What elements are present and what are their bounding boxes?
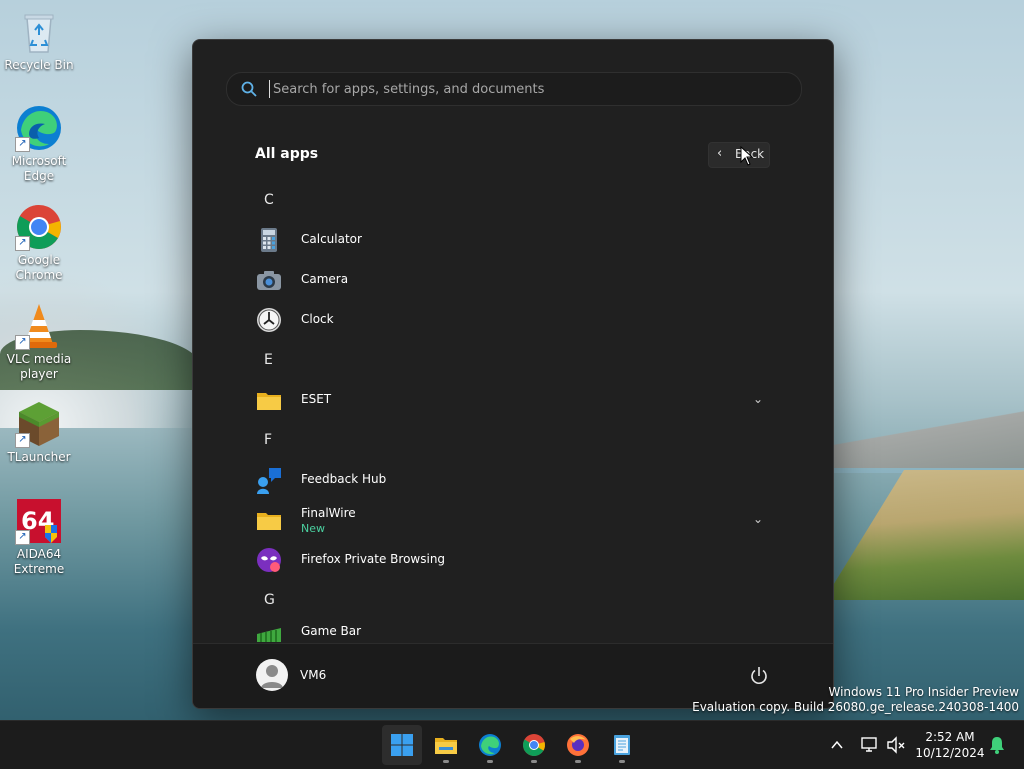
evaluation-watermark: Windows 11 Pro Insider Preview Evaluatio… xyxy=(692,685,1019,715)
taskbar-start-button[interactable] xyxy=(382,725,422,765)
app-folder-finalwire[interactable]: FinalWire New ⌄ xyxy=(249,502,779,538)
app-name: FinalWire xyxy=(301,506,356,520)
desktop-icon-edge[interactable]: ↗ Microsoft Edge xyxy=(4,104,74,184)
taskbar-clock[interactable]: 2:52 AM 10/12/2024 xyxy=(912,729,988,761)
all-apps-list[interactable]: C Calculator Camera Clock E ESET ⌄ F Fee… xyxy=(193,180,833,644)
section-letter-g[interactable]: G xyxy=(264,592,275,608)
taskbar-firefox[interactable] xyxy=(558,725,598,765)
desktop-icon-aida64[interactable]: 64 ↗ AIDA64 Extreme xyxy=(4,497,74,577)
app-item-clock[interactable]: Clock xyxy=(249,302,779,338)
wallpaper-hills xyxy=(824,408,1024,468)
taskbar-notepad[interactable] xyxy=(602,725,642,765)
app-item-firefox-private[interactable]: Firefox Private Browsing xyxy=(249,542,779,578)
file-explorer-icon xyxy=(435,738,457,754)
section-letter-f[interactable]: F xyxy=(264,432,272,448)
app-name: Game Bar xyxy=(301,624,362,638)
wallpaper-field xyxy=(824,470,1024,600)
network-icon[interactable] xyxy=(860,735,880,755)
search-box[interactable] xyxy=(226,72,802,106)
desktop-icon-tlauncher[interactable]: ↗ TLauncher xyxy=(4,400,74,465)
app-name: Calculator xyxy=(301,232,362,246)
watermark-line2: Evaluation copy. Build 26080.ge_release.… xyxy=(692,700,1019,714)
running-indicator xyxy=(443,760,449,763)
search-icon xyxy=(241,81,257,97)
chevron-left-icon: ‹ xyxy=(717,146,723,161)
start-menu: All apps ‹ Back C Calculator Camera xyxy=(192,39,834,709)
text-caret xyxy=(269,80,270,98)
taskbar-chrome[interactable] xyxy=(514,725,554,765)
desktop-icon-recycle-bin[interactable]: Recycle Bin xyxy=(4,8,74,73)
desktop-icon-label: VLC media player xyxy=(6,352,72,381)
clock-time: 2:52 AM xyxy=(925,730,975,744)
app-item-game-bar[interactable]: Game Bar xyxy=(249,614,779,644)
app-folder-eset[interactable]: ESET ⌄ xyxy=(249,382,779,418)
desktop-icon-label: TLauncher xyxy=(7,450,71,464)
app-item-camera[interactable]: Camera xyxy=(249,262,779,298)
chrome-icon: ↗ xyxy=(15,203,63,251)
firefox-icon xyxy=(567,734,589,756)
desktop-icon-vlc[interactable]: ↗ VLC media player xyxy=(4,302,74,382)
windows-logo-icon xyxy=(391,734,413,756)
folder-icon xyxy=(257,393,281,410)
mouse-cursor-icon xyxy=(740,146,754,166)
user-name[interactable]: VM6 xyxy=(300,668,326,682)
chrome-icon xyxy=(523,734,545,756)
desktop-icon-label: Microsoft Edge xyxy=(11,154,67,183)
clock-date: 10/12/2024 xyxy=(915,746,985,760)
user-avatar[interactable] xyxy=(256,659,288,691)
notification-bell-icon[interactable] xyxy=(988,735,1006,755)
notepad-icon xyxy=(614,735,630,755)
chevron-down-icon[interactable]: ⌄ xyxy=(753,392,763,406)
all-apps-title: All apps xyxy=(255,146,319,162)
taskbar: 2:52 AM 10/12/2024 xyxy=(0,720,1024,769)
app-item-calculator[interactable]: Calculator xyxy=(249,222,779,258)
app-name: Feedback Hub xyxy=(301,472,387,486)
running-indicator xyxy=(487,760,493,763)
desktop-icon-chrome[interactable]: ↗ Google Chrome xyxy=(4,203,74,283)
grass-block-icon: ↗ xyxy=(15,400,63,448)
desktop-icon-label: Google Chrome xyxy=(15,253,63,282)
running-indicator xyxy=(531,760,537,763)
user-icon xyxy=(261,665,283,688)
game-bar-icon xyxy=(257,628,281,642)
vlc-cone-icon: ↗ xyxy=(15,302,63,350)
running-indicator xyxy=(619,760,625,763)
feedback-hub-icon xyxy=(257,468,281,494)
app-item-feedback-hub[interactable]: Feedback Hub xyxy=(249,462,779,498)
recycle-bin-icon xyxy=(15,8,63,56)
chevron-down-icon[interactable]: ⌄ xyxy=(753,512,763,526)
volume-muted-icon[interactable] xyxy=(886,735,906,755)
chevron-up-icon[interactable] xyxy=(830,738,844,752)
clock-icon xyxy=(257,308,281,332)
app-name: Firefox Private Browsing xyxy=(301,552,446,566)
calculator-icon xyxy=(261,228,277,252)
new-badge: New xyxy=(301,522,325,535)
section-letter-c[interactable]: C xyxy=(264,192,274,208)
watermark-line1: Windows 11 Pro Insider Preview xyxy=(828,685,1019,699)
edge-icon xyxy=(479,734,501,756)
edge-icon: ↗ xyxy=(15,104,63,152)
camera-icon xyxy=(257,271,281,290)
aida64-icon: 64 ↗ xyxy=(15,497,63,545)
firefox-private-icon xyxy=(257,548,281,572)
section-letter-e[interactable]: E xyxy=(264,352,273,368)
back-button[interactable]: ‹ Back xyxy=(708,142,770,168)
search-input[interactable] xyxy=(271,74,785,104)
app-name: ESET xyxy=(301,392,332,406)
app-name: Clock xyxy=(301,312,334,326)
taskbar-edge[interactable] xyxy=(470,725,510,765)
running-indicator xyxy=(575,760,581,763)
desktop-icon-label: Recycle Bin xyxy=(4,58,74,72)
app-name: Camera xyxy=(301,272,349,286)
desktop-icon-label: AIDA64 Extreme xyxy=(13,547,65,576)
folder-icon xyxy=(257,513,281,530)
taskbar-file-explorer[interactable] xyxy=(426,725,466,765)
